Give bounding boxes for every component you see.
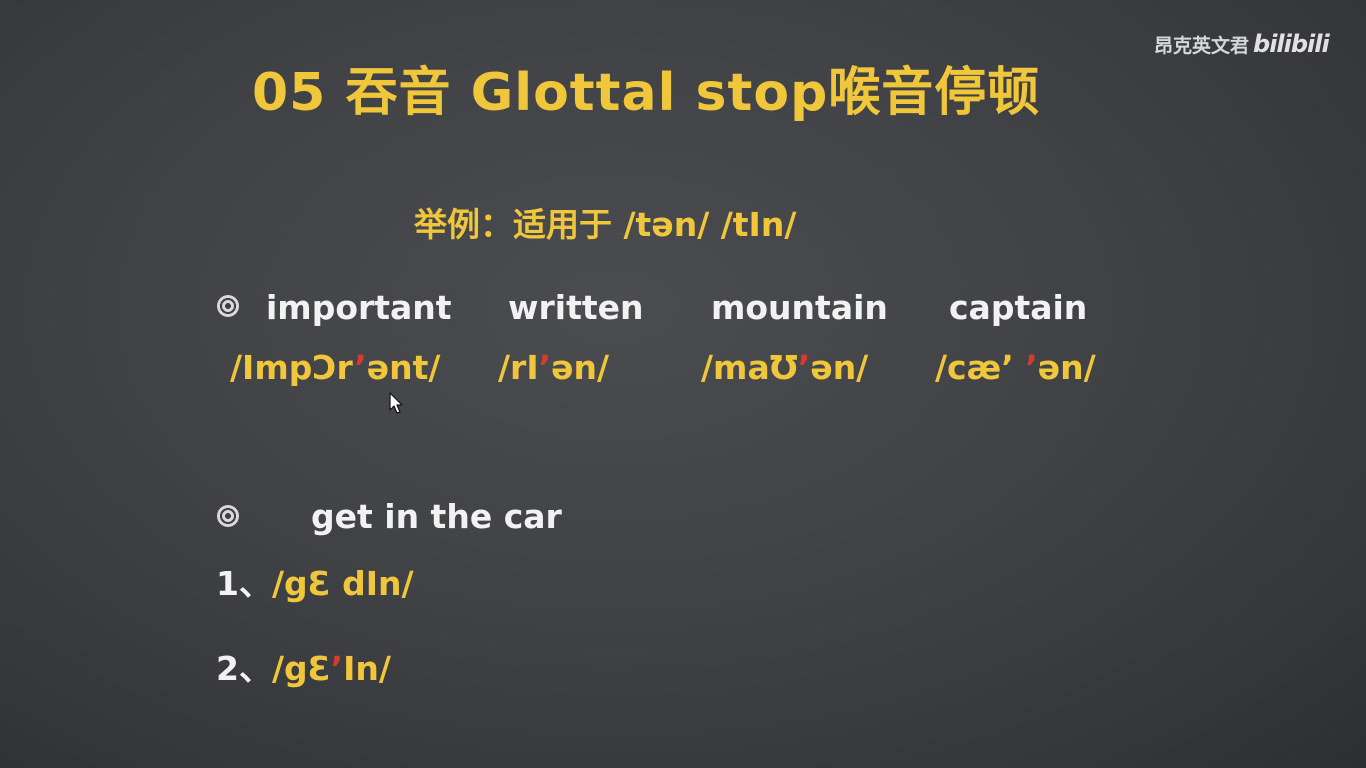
ipa-text: ən/ xyxy=(1037,348,1096,387)
word-mountain: mountain xyxy=(711,288,888,327)
option-1: 1、/gƐ dIn/ xyxy=(216,557,414,605)
glottal-mark: ’ xyxy=(797,348,811,387)
bilibili-logo: bilibili xyxy=(1253,30,1330,58)
slide-subtitle: 举例：适用于 /tən/ /tIn/ xyxy=(414,205,797,244)
option-number: 1、 xyxy=(216,564,272,603)
ipa-mountain: /maƱ’ən/ xyxy=(701,348,868,387)
bullet-swirl-icon xyxy=(217,505,239,527)
word-written: written xyxy=(508,288,644,327)
mouse-cursor-icon xyxy=(389,392,403,414)
ipa-text: ən/ xyxy=(810,348,869,387)
slide-title: 05 吞音 Glottal stop喉音停顿 xyxy=(252,63,1041,123)
bullet-swirl-icon xyxy=(217,295,239,317)
example-phrase: get in the car xyxy=(311,497,562,536)
option-ipa: /gƐ xyxy=(271,649,331,688)
ipa-text: /ImpƆr xyxy=(230,348,355,387)
word-captain: captain xyxy=(949,288,1088,327)
channel-watermark: 昂克英文君 bilibili xyxy=(1154,30,1330,58)
ipa-important: /ImpƆr’ənt/ xyxy=(230,348,440,387)
option-ipa: In/ xyxy=(343,649,391,688)
ipa-text: /cæ’ xyxy=(935,348,1014,387)
channel-name: 昂克英文君 xyxy=(1154,35,1250,57)
option-number: 2、 xyxy=(216,649,272,688)
glottal-mark: ’ xyxy=(1013,348,1038,387)
option-2: 2、/gƐ’In/ xyxy=(216,642,391,690)
glottal-mark: ’ xyxy=(354,348,367,387)
glottal-mark: ’ xyxy=(538,348,552,387)
ipa-written: /rI’ən/ xyxy=(498,348,609,387)
ipa-text: /rI xyxy=(498,348,539,387)
ipa-text: /maƱ xyxy=(701,348,798,387)
glottal-mark: ’ xyxy=(330,649,344,688)
ipa-text: ənt/ xyxy=(366,348,441,387)
word-important: important xyxy=(266,288,452,327)
option-ipa: /gƐ dIn/ xyxy=(271,564,414,603)
ipa-captain: /cæ’ ’ən/ xyxy=(935,348,1096,387)
ipa-text: ən/ xyxy=(551,348,610,387)
